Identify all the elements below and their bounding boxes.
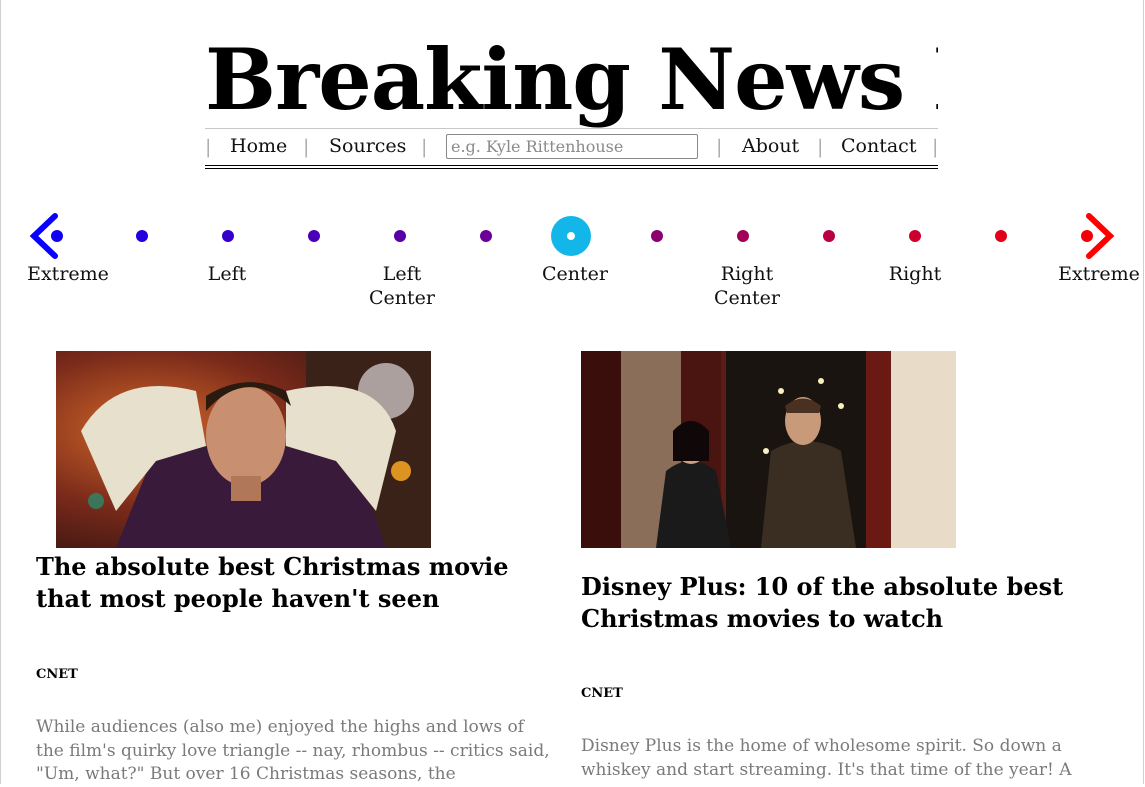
spectrum-knob-center xyxy=(567,232,575,240)
nav-about-link[interactable]: About xyxy=(742,134,799,158)
search-input[interactable] xyxy=(446,134,698,159)
spectrum-stop[interactable] xyxy=(308,230,320,242)
nav-separator: | xyxy=(303,136,310,158)
spectrum-label-center[interactable]: Center xyxy=(530,262,620,286)
spectrum-stop[interactable] xyxy=(222,230,234,242)
spectrum-stop[interactable] xyxy=(737,230,749,242)
page-border-left xyxy=(0,0,1,784)
nav-separator: | xyxy=(716,136,723,158)
main-nav: | Home | Sources | | About | Contact | xyxy=(205,128,938,169)
spectrum-stop[interactable] xyxy=(51,230,63,242)
spectrum-label-extreme-left[interactable]: Extreme xyxy=(24,262,112,286)
spectrum-stop[interactable] xyxy=(995,230,1007,242)
article-summary: Disney Plus is the home of wholesome spi… xyxy=(581,736,1072,780)
spectrum-stop[interactable] xyxy=(1081,230,1093,242)
nav-sources-link[interactable]: Sources xyxy=(329,134,406,158)
article-headline[interactable]: The absolute best Christmas movie that m… xyxy=(36,551,571,615)
nav-separator: | xyxy=(817,136,824,158)
spectrum-stop[interactable] xyxy=(136,230,148,242)
nav-home-link[interactable]: Home xyxy=(230,134,287,158)
spectrum-label-left[interactable]: Left xyxy=(190,262,264,286)
article-source[interactable]: CNET xyxy=(36,667,78,682)
spectrum-label-right[interactable]: Right xyxy=(875,262,955,286)
spectrum-stop[interactable] xyxy=(909,230,921,242)
bias-spectrum-slider[interactable] xyxy=(0,200,1145,320)
spectrum-stop[interactable] xyxy=(823,230,835,242)
article-summary: While audiences (also me) enjoyed the hi… xyxy=(36,717,550,784)
nav-separator: | xyxy=(205,136,212,158)
site-logo[interactable]: Breaking News Bot xyxy=(205,30,938,130)
spectrum-label-left-center[interactable]: Left Center xyxy=(352,262,452,310)
nav-contact-link[interactable]: Contact xyxy=(841,134,916,158)
nav-separator: | xyxy=(932,136,939,158)
spectrum-label-extreme-right[interactable]: Extreme xyxy=(1055,262,1143,286)
article-photo-man-relaxing xyxy=(56,351,431,548)
nav-separator: | xyxy=(421,136,428,158)
article-photo-couple-doorway xyxy=(581,351,956,548)
spectrum-stop[interactable] xyxy=(651,230,663,242)
spectrum-stop[interactable] xyxy=(480,230,492,242)
spectrum-label-right-center[interactable]: Right Center xyxy=(697,262,797,310)
spectrum-stop[interactable] xyxy=(394,230,406,242)
article-image[interactable] xyxy=(581,351,956,548)
article-headline[interactable]: Disney Plus: 10 of the absolute best Chr… xyxy=(581,571,1101,635)
article-image[interactable] xyxy=(56,351,431,548)
article-source[interactable]: CNET xyxy=(581,686,623,701)
page-border-right xyxy=(1143,0,1144,784)
